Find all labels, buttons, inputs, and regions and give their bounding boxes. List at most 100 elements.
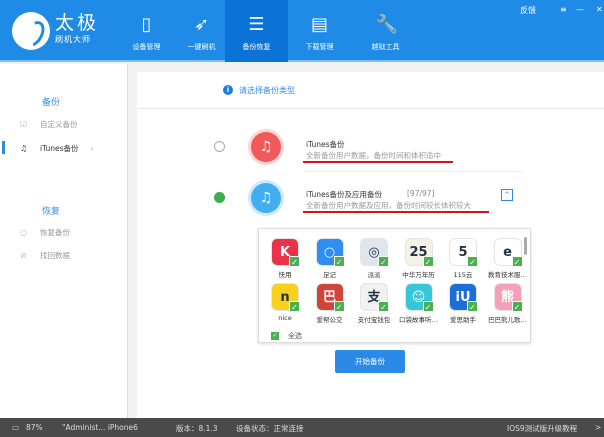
sidebar: 备份 ☑ 自定义备份 ♫ iTunes备份 › 恢复 ○ 恢复备份 ⊘ 找回数据 — [0, 64, 128, 418]
app-icon: ○ ✓ — [315, 238, 345, 267]
phone-icon: ▯ — [141, 14, 152, 35]
restore-section-title: 恢复 — [42, 207, 61, 217]
app-list: K ✓ 快用 ○ ✓ 足记 ◎ ✓ 派派 25 ✓ 中华万年历 5 ✓ 115云 e ✓ 教育技术服… n ✓ nice… — [258, 228, 531, 343]
check-icon: ✓ — [333, 256, 345, 267]
app-icon: 25 ✓ — [404, 238, 434, 267]
app-icon: ☺ ✓ — [404, 283, 434, 312]
app-item[interactable]: 熊 ✓ 巴巴熊儿歌… — [487, 283, 529, 324]
app-item[interactable]: iU ✓ 爱思助手 — [442, 283, 484, 324]
panel-header: i 请选择备份类型 — [137, 72, 604, 109]
radio-itunes-backup[interactable] — [214, 141, 225, 152]
nav-device-management[interactable]: ▯ 设备管理 — [115, 0, 178, 62]
sidebar-item-itunes-backup[interactable]: ♫ iTunes备份 › — [20, 143, 94, 154]
red-underline — [303, 161, 453, 163]
menu-icon[interactable]: ≡ — [560, 5, 567, 14]
app-item[interactable]: e ✓ 教育技术服… — [487, 238, 529, 279]
app-item[interactable]: K ✓ 快用 — [264, 238, 306, 279]
check-icon: ✓ — [511, 256, 523, 267]
minimize-button[interactable]: — — [576, 5, 584, 14]
app-item[interactable]: ○ ✓ 足记 — [309, 238, 351, 279]
check-icon: ✓ — [289, 256, 300, 267]
app-name: 派派 — [367, 271, 381, 279]
app-name: 支付宝钱包 — [357, 316, 391, 324]
collapse-button[interactable]: ^ — [501, 189, 513, 201]
app-item[interactable]: n ✓ nice — [264, 283, 306, 322]
battery-level: 87% — [26, 423, 43, 432]
feedback-link[interactable]: 反馈 — [520, 5, 536, 16]
chevron-right-icon: › — [90, 144, 94, 153]
brand-sub: 刷机大师 — [55, 35, 91, 44]
sidebar-item-custom-backup[interactable]: ☑ 自定义备份 — [20, 119, 78, 130]
app-name: 爱帮公交 — [316, 316, 343, 324]
ios-version: 版本：8.1.3 — [176, 424, 218, 433]
app-name: 快用 — [278, 271, 292, 279]
wrench-icon: 🔧 — [375, 14, 398, 35]
close-button[interactable]: ✕ — [596, 5, 603, 14]
logo — [12, 12, 50, 50]
info-icon: i — [223, 85, 233, 95]
app-name: 教育技术服… — [488, 271, 527, 279]
app-name: nice — [278, 314, 292, 322]
radio-itunes-app-backup[interactable] — [214, 192, 225, 203]
check-icon: ✓ — [378, 256, 389, 267]
app-icon: 支 ✓ — [360, 283, 389, 312]
option1-title: iTunes备份 — [306, 140, 345, 149]
checkbox-icon: ☑ — [20, 120, 28, 129]
check-icon: ✓ — [271, 332, 279, 340]
app-item[interactable]: 巴 ✓ 爱帮公交 — [309, 283, 351, 324]
check-icon: ✓ — [467, 301, 478, 312]
device-status: 设备状态：正常连接 — [236, 424, 304, 433]
check-icon: ✓ — [378, 301, 389, 312]
option2-count: [97/97] — [407, 189, 435, 198]
check-icon: ✓ — [333, 301, 345, 312]
option1-desc: 全新备份用户数据，备份时间和体积适中 — [306, 151, 441, 160]
option2-title: iTunes备份及应用备份 — [306, 190, 383, 199]
app-icon: n ✓ — [271, 283, 300, 312]
status-bar: ▭ 87% "Administ... iPhone6 版本：8.1.3 设备状态… — [0, 418, 604, 437]
device-name: "Administ... iPhone6 — [62, 423, 138, 432]
sidebar-item-restore-backup[interactable]: ○ 恢复备份 — [20, 227, 70, 238]
music-red-icon: ♫ — [251, 132, 281, 162]
brand-main: 太极 — [55, 12, 100, 34]
music-note-icon: ♫ — [20, 144, 28, 153]
app-icon: ◎ ✓ — [360, 238, 389, 267]
app-icon: e ✓ — [493, 238, 523, 267]
more-arrow[interactable]: > — [595, 423, 601, 432]
sidebar-item-recover-data[interactable]: ⊘ 找回数据 — [20, 250, 70, 261]
check-icon: ✓ — [289, 301, 300, 312]
brand: 太极 刷机大师 — [55, 12, 99, 45]
nav-download-management[interactable]: ▤ 下载管理 — [288, 0, 351, 62]
prompt-text: 请选择备份类型 — [239, 86, 295, 95]
nav-jailbreak-tools[interactable]: 🔧 越狱工具 — [354, 0, 417, 62]
header: 太极 刷机大师 ▯ 设备管理 ➶ 一键刷机 ☰ 备份恢复 ▤ 下载管理 🔧 越狱工具 反馈… — [0, 0, 604, 62]
check-icon: ✓ — [422, 301, 434, 312]
nav-backup-restore[interactable]: ☰ 备份恢复 — [225, 0, 288, 62]
red-underline — [303, 211, 489, 213]
check-icon: ✓ — [467, 256, 478, 267]
app-name: 爱思助手 — [450, 316, 476, 324]
backup-section-title: 备份 — [42, 98, 61, 108]
app-item[interactable]: 5 ✓ 115云 — [442, 238, 484, 279]
divider — [306, 171, 524, 172]
app-name: 口袋故事听… — [399, 316, 438, 324]
app-icon: 5 ✓ — [449, 238, 478, 267]
app-item[interactable]: ◎ ✓ 派派 — [353, 238, 395, 279]
app-item[interactable]: ☺ ✓ 口袋故事听… — [398, 283, 440, 324]
refresh-icon: ○ — [20, 228, 27, 237]
app-name: 足记 — [323, 271, 336, 279]
app-icon: K ✓ — [271, 238, 300, 267]
database-icon: ☰ — [248, 14, 265, 35]
app-icon: 巴 ✓ — [315, 283, 345, 312]
start-backup-button[interactable]: 开始备份 — [335, 350, 405, 373]
check-icon: ✓ — [511, 301, 523, 312]
app-item[interactable]: 支 ✓ 支付宝钱包 — [353, 283, 395, 324]
select-all-checkbox[interactable]: ✓ 全选 — [271, 331, 302, 341]
app-item[interactable]: 25 ✓ 中华万年历 — [398, 238, 440, 279]
bag-icon: ▤ — [310, 14, 328, 35]
app-name: 中华万年历 — [402, 271, 435, 279]
nav-one-click-flash[interactable]: ➶ 一键刷机 — [170, 0, 233, 62]
ios9-tutorial-link[interactable]: IOS9测试版升级教程 — [507, 423, 577, 434]
music-blue-icon: ♫ — [251, 183, 281, 213]
check-icon: ✓ — [422, 256, 434, 267]
battery-icon: ▭ — [12, 423, 20, 432]
